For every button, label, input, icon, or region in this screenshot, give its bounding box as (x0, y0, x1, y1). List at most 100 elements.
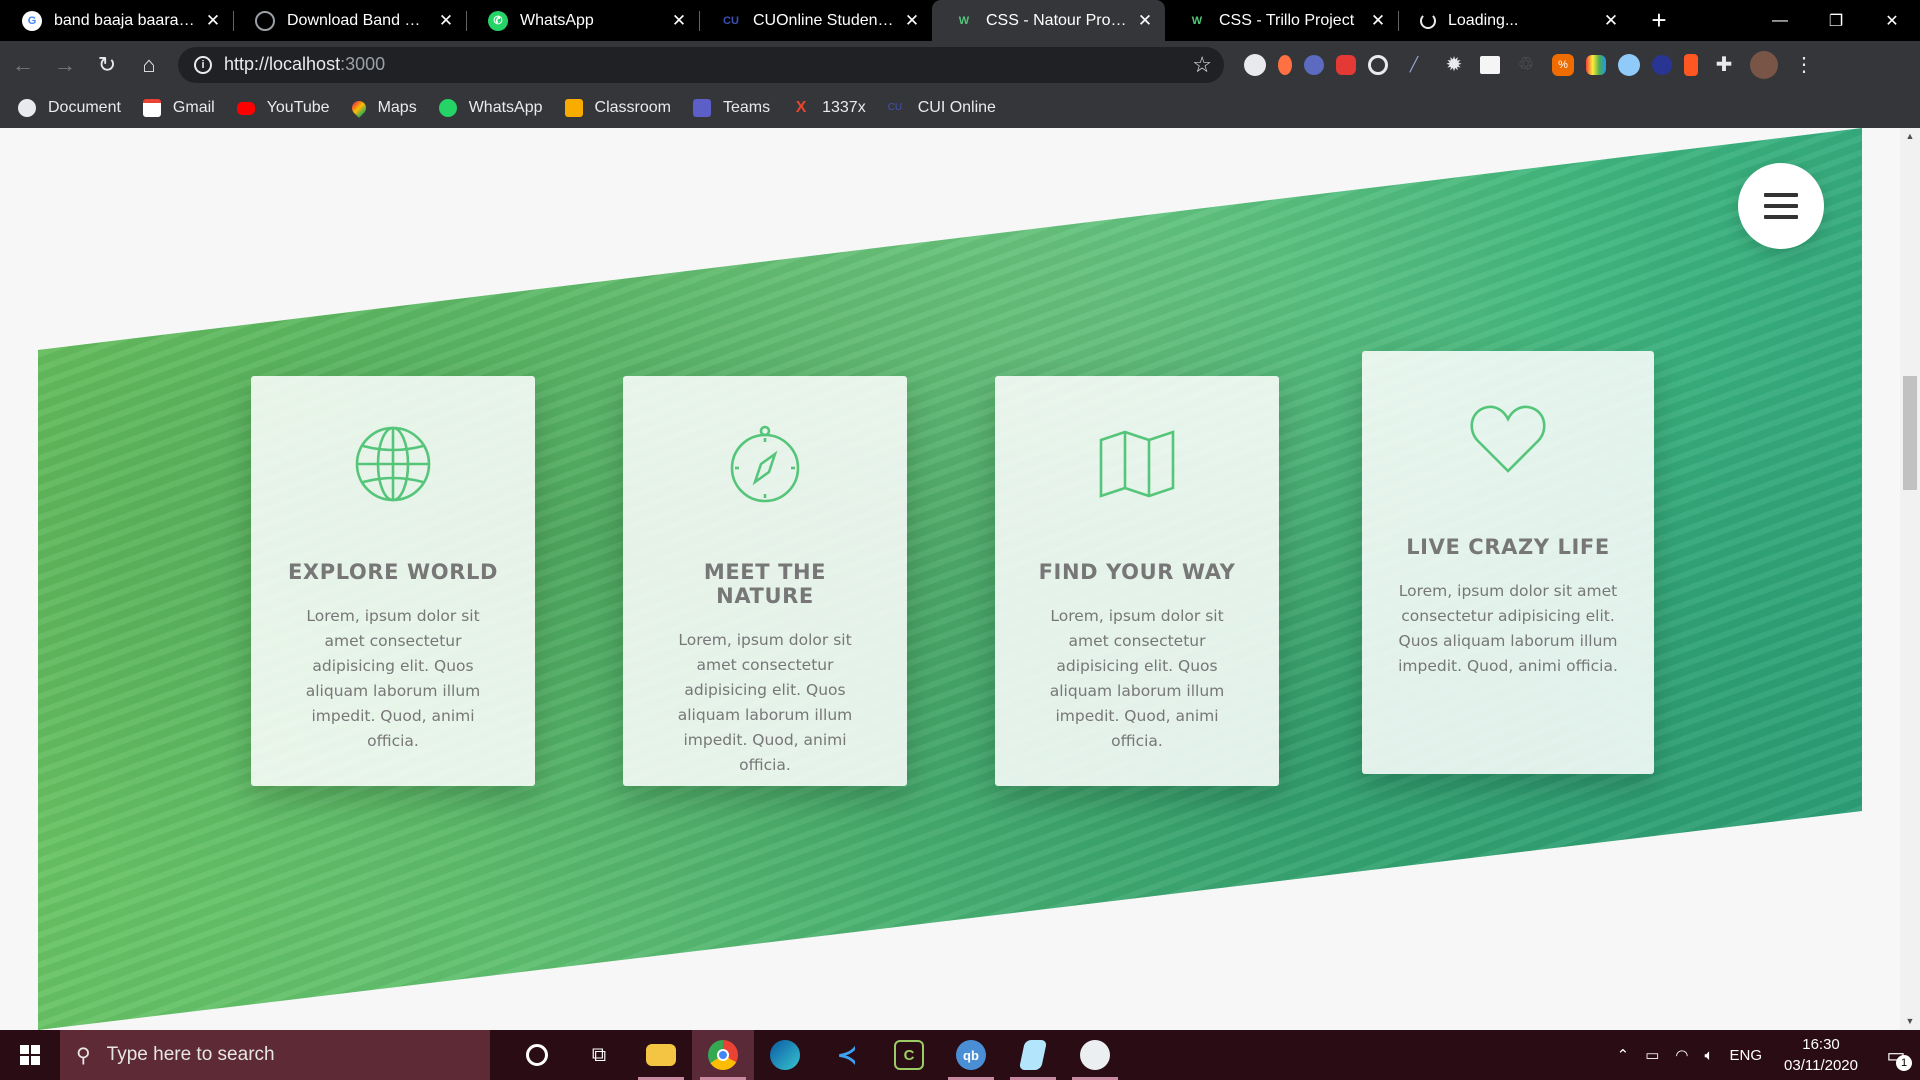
puzzle-icon[interactable]: ✚ (1710, 51, 1738, 79)
volume-icon[interactable]: 🔈︎ (1705, 1047, 1714, 1064)
page-scrollbar[interactable]: ▲ ▼ (1900, 128, 1920, 1030)
language-indicator[interactable]: ENG (1730, 1047, 1763, 1064)
bookmark-whatsapp[interactable]: WhatsApp (438, 99, 543, 117)
close-tab-icon[interactable]: ✕ (436, 11, 456, 31)
feature-title: Live crazy life (1406, 535, 1610, 559)
close-tab-icon[interactable]: ✕ (902, 11, 922, 31)
scroll-down-arrow-icon[interactable]: ▼ (1900, 1013, 1920, 1030)
compass-icon (730, 425, 800, 503)
tab-title: CSS - Natour Project (986, 11, 1127, 29)
extension-icon[interactable]: ╱ (1400, 51, 1428, 79)
start-button[interactable] (0, 1030, 60, 1080)
new-tab-button[interactable]: + (1639, 0, 1679, 41)
site-info-icon[interactable]: i (194, 55, 212, 74)
clock[interactable]: 16:30 03/11/2020 (1784, 1034, 1858, 1076)
feature-box-meet-the-nature: Meet the nature Lorem, ipsum dolor sit a… (623, 376, 907, 786)
notification-badge: 1 (1896, 1055, 1912, 1071)
forward-arrow-icon[interactable]: → (46, 46, 84, 84)
task-view-icon[interactable]: ⧉ (568, 1030, 630, 1080)
close-tab-icon[interactable]: ✕ (669, 11, 689, 31)
extension-icon[interactable] (1304, 54, 1324, 75)
bookmark-document[interactable]: Document (18, 99, 121, 117)
feature-box-find-your-way: Find your way Lorem, ipsum dolor sit ame… (995, 376, 1279, 786)
edge-icon[interactable] (754, 1030, 816, 1080)
taskbar-search-box[interactable]: ⚲ Type here to search (60, 1030, 490, 1080)
windows-logo-icon (20, 1045, 40, 1065)
bookmark-cui-online[interactable]: CU CUI Online (888, 99, 996, 117)
home-icon[interactable]: ⌂ (130, 46, 168, 84)
wifi-icon[interactable]: ◠ (1675, 1046, 1688, 1064)
extension-icon[interactable] (1278, 54, 1292, 75)
bookmark-star-icon[interactable]: ☆ (1192, 52, 1212, 78)
system-tray: ⌃ ▭ ◠ 🔈︎ ENG 16:30 03/11/2020 ▭ 1 (1609, 1030, 1920, 1080)
cortana-icon[interactable] (506, 1030, 568, 1080)
teams-icon (692, 99, 711, 117)
browser-tab[interactable]: Loading... ✕ (1398, 0, 1631, 41)
tab-title: band baaja baaraat - G (54, 11, 195, 29)
close-tab-icon[interactable]: ✕ (1601, 11, 1621, 31)
browser-tab[interactable]: CU CUOnline Student Portal ✕ (699, 0, 932, 41)
chrome-icon[interactable] (692, 1030, 754, 1080)
bookmark-gmail[interactable]: Gmail (142, 99, 215, 117)
close-tab-icon[interactable]: ✕ (203, 11, 223, 31)
clock-time: 16:30 (1802, 1036, 1840, 1053)
avatar[interactable] (1750, 50, 1778, 79)
scrollbar-thumb[interactable] (1903, 376, 1917, 490)
bookmark-classroom[interactable]: Classroom (564, 99, 671, 117)
chevron-up-icon[interactable]: ⌃ (1617, 1046, 1630, 1064)
close-window-icon[interactable]: ✕ (1864, 0, 1920, 41)
extensions-area: ╱ ✹ ♲ % ✚ ⋮ (1244, 50, 1818, 79)
extension-icon[interactable]: ♲ (1512, 51, 1540, 79)
url-text[interactable]: http://localhost:3000 (224, 54, 1192, 75)
browser-tab[interactable]: W CSS - Trillo Project ✕ (1165, 0, 1398, 41)
back-arrow-icon[interactable]: ← (4, 46, 42, 84)
browser-tab[interactable]: Download Band Baaja B ✕ (233, 0, 466, 41)
tab-strip: G band baaja baaraat - G ✕ Download Band… (0, 0, 1920, 41)
notes-icon[interactable] (1002, 1030, 1064, 1080)
bookmark-1337x[interactable]: X 1337x (792, 99, 866, 117)
close-tab-icon[interactable]: ✕ (1135, 11, 1155, 31)
paint-icon[interactable] (1064, 1030, 1126, 1080)
feature-text: Lorem, ipsum dolor sit amet consectetur … (1398, 582, 1618, 675)
extension-icon[interactable] (1586, 54, 1606, 75)
bookmark-maps[interactable]: Maps (348, 98, 417, 118)
restore-icon[interactable]: ❐ (1808, 0, 1864, 41)
minimize-icon[interactable]: — (1752, 0, 1808, 41)
bookmark-youtube[interactable]: YouTube (236, 99, 330, 117)
browser-tab[interactable]: ✆ WhatsApp ✕ (466, 0, 699, 41)
feature-text: Lorem, ipsum dolor sit amet consectetur … (305, 607, 481, 750)
close-tab-icon[interactable]: ✕ (1368, 11, 1388, 31)
battery-icon[interactable]: ▭ (1645, 1046, 1659, 1064)
scroll-up-arrow-icon[interactable]: ▲ (1900, 128, 1920, 145)
extension-icon[interactable] (1368, 54, 1388, 75)
clock-date: 03/11/2020 (1784, 1057, 1858, 1074)
file-explorer-icon[interactable] (630, 1030, 692, 1080)
browser-tab-active[interactable]: W CSS - Natour Project ✕ (932, 0, 1165, 41)
qbittorrent-icon[interactable]: qb (940, 1030, 1002, 1080)
address-bar[interactable]: i http://localhost:3000 ☆ (178, 46, 1224, 83)
extension-icon[interactable] (1618, 53, 1640, 76)
hamburger-icon (1764, 193, 1798, 219)
app-icon[interactable]: C (878, 1030, 940, 1080)
more-menu-icon[interactable]: ⋮ (1790, 51, 1818, 79)
browser-tab[interactable]: G band baaja baaraat - G ✕ (0, 0, 233, 41)
extension-icon[interactable] (1480, 55, 1500, 74)
gear-icon[interactable]: ✹ (1440, 51, 1468, 79)
globe-icon (355, 426, 431, 502)
extension-icon[interactable] (1684, 53, 1698, 76)
feature-text: Lorem, ipsum dolor sit amet consectetur … (1049, 607, 1225, 750)
tab-title: CSS - Trillo Project (1219, 11, 1355, 29)
bookmark-teams[interactable]: Teams (692, 99, 770, 117)
tab-title: CUOnline Student Portal (753, 11, 894, 29)
notifications-button[interactable]: ▭ 1 (1872, 1030, 1920, 1080)
loading-icon (1420, 12, 1436, 29)
extension-icon[interactable] (1244, 53, 1266, 76)
google-icon: G (22, 10, 42, 31)
extension-icon[interactable]: % (1552, 53, 1574, 76)
navigation-menu-button[interactable] (1738, 163, 1824, 249)
extension-icon[interactable] (1336, 54, 1356, 75)
reload-icon[interactable]: ↻ (88, 46, 126, 84)
whatsapp-icon (438, 99, 457, 117)
vscode-icon[interactable]: ≺ (816, 1030, 878, 1080)
extension-icon[interactable] (1652, 54, 1672, 75)
